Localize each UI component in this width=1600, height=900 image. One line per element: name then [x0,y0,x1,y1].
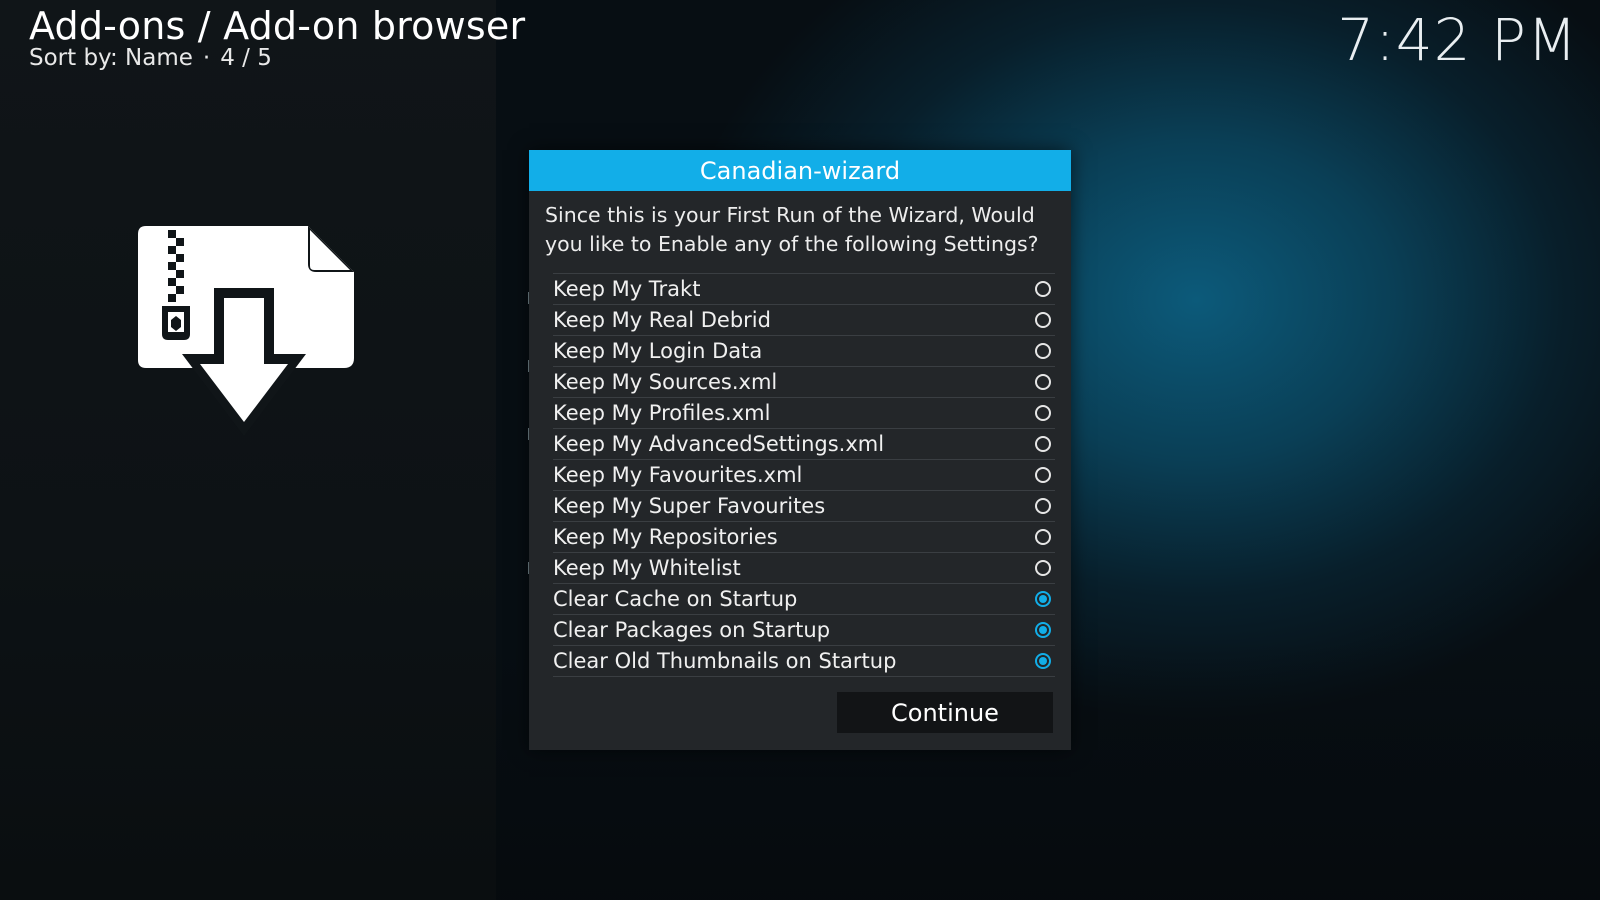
option-label: Keep My Profiles.xml [553,401,771,425]
option-row[interactable]: Clear Cache on Startup [553,584,1055,615]
radio-checked-icon[interactable] [1035,653,1051,669]
option-row[interactable]: Keep My Repositories [553,522,1055,553]
dialog-title: Canadian-wizard [529,150,1071,191]
radio-checked-icon[interactable] [1035,622,1051,638]
radio-unchecked-icon[interactable] [1035,374,1051,390]
page-title: Add-ons / Add-on browser [29,4,526,48]
dialog-message: Since this is your First Run of the Wiza… [545,203,1039,256]
option-row[interactable]: Keep My Favourites.xml [553,460,1055,491]
radio-unchecked-icon[interactable] [1035,405,1051,421]
option-label: Keep My Sources.xml [553,370,778,394]
zip-download-icon [138,226,360,441]
option-label: Keep My Repositories [553,525,778,549]
option-row[interactable]: Keep My Super Favourites [553,491,1055,522]
option-row[interactable]: Keep My Login Data [553,336,1055,367]
continue-button[interactable]: Continue [837,692,1053,733]
radio-unchecked-icon[interactable] [1035,312,1051,328]
kodi-screen: Add-ons / Add-on browser Sort by: Name · 4… [0,0,1600,900]
option-row[interactable]: Keep My Profiles.xml [553,398,1055,429]
option-label: Keep My AdvancedSettings.xml [553,432,885,456]
option-label: Keep My Whitelist [553,556,741,580]
option-row[interactable]: Clear Old Thumbnails on Startup [553,646,1055,677]
radio-checked-icon[interactable] [1035,591,1051,607]
sort-separator: · [202,45,211,71]
option-row[interactable]: Clear Packages on Startup [553,615,1055,646]
left-panel-background [0,0,496,900]
radio-unchecked-icon[interactable] [1035,560,1051,576]
wizard-dialog: Canadian-wizard Since this is your First… [529,150,1071,750]
option-label: Keep My Login Data [553,339,763,363]
radio-unchecked-icon[interactable] [1035,343,1051,359]
option-label: Keep My Trakt [553,277,701,301]
option-label: Clear Old Thumbnails on Startup [553,649,897,673]
clock: 7:42 PM [1337,6,1578,74]
radio-unchecked-icon[interactable] [1035,467,1051,483]
radio-unchecked-icon[interactable] [1035,281,1051,297]
option-label: Keep My Favourites.xml [553,463,803,487]
option-label: Clear Packages on Startup [553,618,831,642]
option-row[interactable]: Keep My Sources.xml [553,367,1055,398]
radio-unchecked-icon[interactable] [1035,529,1051,545]
option-row[interactable]: Keep My AdvancedSettings.xml [553,429,1055,460]
option-label: Keep My Super Favourites [553,494,826,518]
option-row[interactable]: Keep My Trakt [553,273,1055,305]
option-row[interactable]: Keep My Whitelist [553,553,1055,584]
option-label: Clear Cache on Startup [553,587,798,611]
radio-unchecked-icon[interactable] [1035,498,1051,514]
sort-info: Sort by: Name · 4 / 5 [29,45,272,71]
sort-label: Sort by: Name [29,45,193,71]
option-row[interactable]: Keep My Real Debrid [553,305,1055,336]
item-position: 4 / 5 [220,45,272,71]
options-list: Keep My Trakt Keep My Real Debrid Keep My … [553,273,1055,677]
radio-unchecked-icon[interactable] [1035,436,1051,452]
option-label: Keep My Real Debrid [553,308,771,332]
